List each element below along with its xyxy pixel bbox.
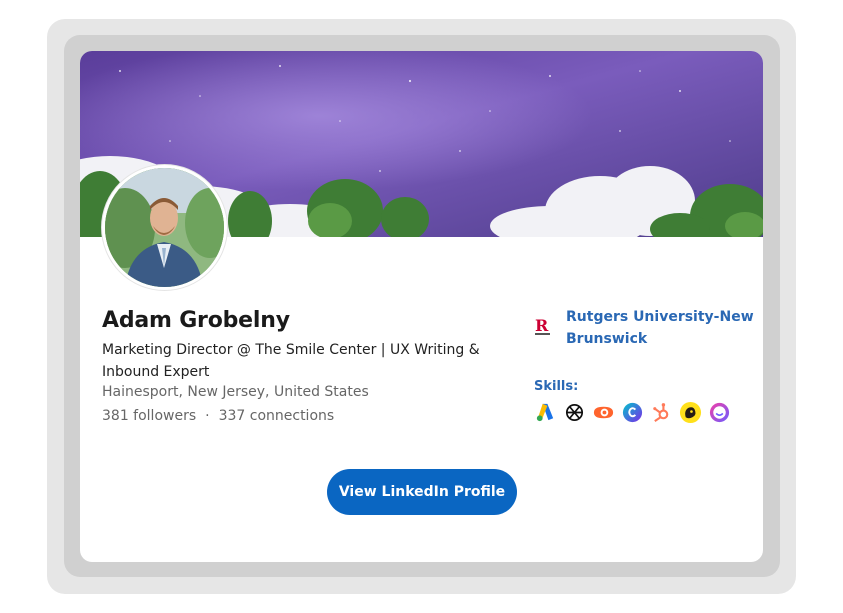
semrush-icon <box>593 406 614 419</box>
stats-separator: · <box>205 408 210 424</box>
profile-location: Hainesport, New Jersey, United States <box>102 384 369 400</box>
openai-icon <box>565 403 584 422</box>
profile-headline: Marketing Director @ The Smile Center | … <box>102 342 480 380</box>
svg-text:R: R <box>535 316 549 335</box>
profile-photo <box>105 168 224 287</box>
jasper-icon <box>709 402 730 423</box>
view-linkedin-profile-button[interactable]: View LinkedIn Profile <box>327 469 517 515</box>
skills-label: Skills: <box>534 379 579 394</box>
mailchimp-icon <box>679 401 702 424</box>
skills-icons <box>534 401 731 425</box>
connections-count: 337 connections <box>218 408 335 424</box>
profile-card: Adam Grobelny Marketing Director @ The S… <box>80 51 763 562</box>
profile-stats: 381 followers · 337 connections <box>102 408 334 424</box>
hubspot-icon <box>653 403 669 423</box>
followers-count: 381 followers <box>102 408 197 424</box>
school-link[interactable]: Rutgers University-New Brunswick <box>566 306 756 350</box>
avatar[interactable] <box>102 165 227 290</box>
rutgers-logo-icon: R <box>535 316 550 335</box>
canva-icon <box>622 402 643 423</box>
profile-name: Adam Grobelny <box>102 308 290 333</box>
google-ads-icon <box>536 403 554 422</box>
